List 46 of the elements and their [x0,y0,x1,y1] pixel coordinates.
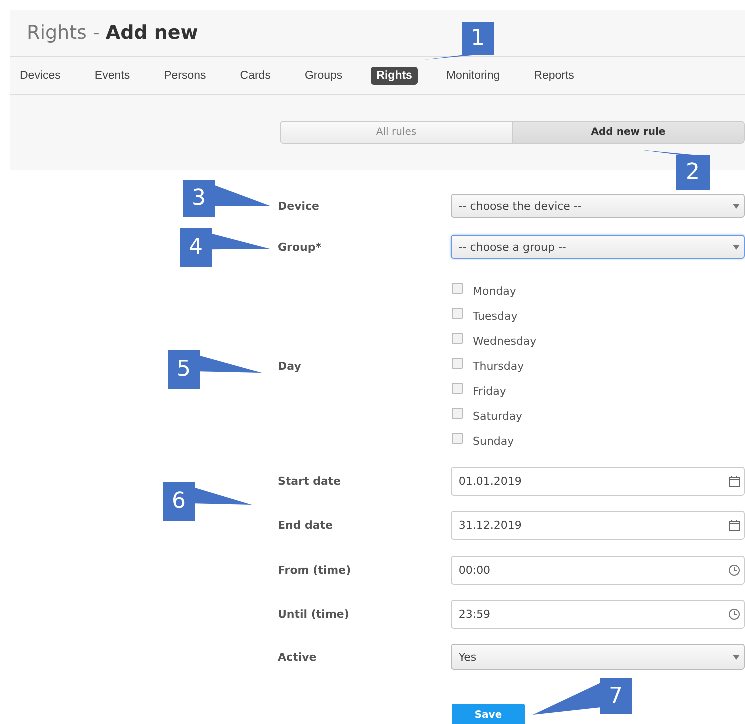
checkbox-label: Saturday [473,410,523,423]
checkbox[interactable] [452,308,463,319]
page-title: Rights - Add new [27,22,198,44]
clock-icon[interactable] [729,609,740,620]
calendar-icon[interactable] [729,476,740,487]
field-label: Group* [278,240,322,254]
segment-tab[interactable]: Add new rule [512,122,744,143]
checkbox-label: Monday [473,285,516,298]
dropdown-field[interactable]: -- choose a group -- [450,235,745,259]
field-label: Device [278,200,321,212]
checkbox-label: Tuesday [473,310,518,323]
field-label: End date [278,519,334,532]
checkbox-label: Thursday [473,360,524,373]
nav-tab[interactable]: Monitoring [440,66,506,84]
nav-tab[interactable]: Cards [234,66,277,84]
nav-tab[interactable]: Events [88,66,136,84]
clock-icon[interactable] [729,565,740,576]
nav-tab[interactable]: Rights [370,66,418,84]
checkbox[interactable] [452,283,463,294]
checkbox[interactable] [452,383,463,394]
checkbox-label: Wednesday [473,335,537,348]
field-label: Until (time) [278,608,350,621]
checkbox[interactable] [452,433,463,444]
dropdown-field[interactable]: Yes [450,644,745,670]
time-input-field[interactable]: 00:00 [450,556,745,585]
date-input-field[interactable]: 31.12.2019 [450,511,745,540]
dropdown-caret-icon [733,244,740,250]
dropdown-caret-icon [733,204,740,208]
nav-tab[interactable]: Reports [528,66,580,84]
checkbox[interactable] [452,408,463,419]
nav-tab[interactable]: Persons [158,66,212,84]
checkbox-label: Sunday [473,435,514,448]
dropdown-caret-icon [733,654,740,660]
field-label: Start date [278,475,342,488]
nav-tab[interactable]: Groups [298,66,349,84]
checkbox-label: Friday [473,385,506,398]
date-input-field[interactable]: 01.01.2019 [450,467,745,496]
checkbox[interactable] [452,333,463,344]
field-label: From (time) [278,564,352,577]
dropdown-field[interactable]: -- choose the device -- [450,194,745,218]
field-label: Active [278,650,318,664]
checkbox[interactable] [452,358,463,369]
nav-tab[interactable]: Devices [14,66,67,84]
field-label: Day [278,360,302,373]
calendar-icon[interactable] [729,520,740,531]
time-input-field[interactable]: 23:59 [450,600,745,629]
